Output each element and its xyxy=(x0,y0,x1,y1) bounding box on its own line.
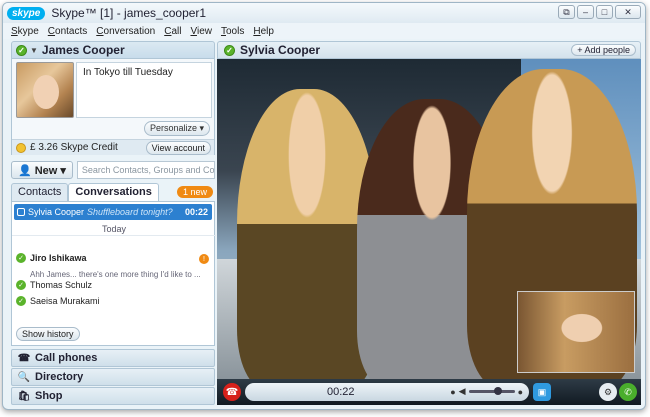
directory-button[interactable]: 🔍 Directory xyxy=(11,368,215,386)
list-item-contact[interactable]: ✓ Jiro Ishikawa xyxy=(16,253,87,263)
call-timer: 00:22 xyxy=(327,386,355,398)
online-status-icon: ✓ xyxy=(224,44,235,56)
chevron-down-icon[interactable]: ▼ xyxy=(30,46,38,55)
skype-logo: skype xyxy=(7,6,46,20)
credit-coin-icon xyxy=(16,142,26,153)
tab-contacts[interactable]: Contacts xyxy=(11,183,69,201)
new-conversations-badge[interactable]: 1 new xyxy=(176,186,213,198)
conversation-list: Sylvia Cooper Shuffleboard tonight? 00:2… xyxy=(11,201,216,346)
volume-control: ● ◀ ● xyxy=(450,386,523,397)
credit-balance: £ 3.26 Skype Credit xyxy=(30,142,118,153)
add-people-button[interactable]: + Add people xyxy=(571,44,636,56)
online-status-icon: ✓ xyxy=(16,280,26,290)
search-input[interactable]: Search Contacts, Groups and Conver... xyxy=(76,161,215,179)
new-search-row: 👤 New ▾ Search Contacts, Groups and Conv… xyxy=(11,161,215,179)
volume-slider[interactable] xyxy=(468,387,515,395)
search-icon: 🔍 xyxy=(17,371,31,383)
conversation-name: Sylvia Cooper xyxy=(28,207,85,217)
left-panel: ✓ ▼ James Cooper In Tokyo till Tuesday P… xyxy=(11,41,216,406)
end-call-button[interactable]: ☎ xyxy=(223,383,241,401)
video-camera-button[interactable]: ▣ xyxy=(533,383,551,401)
add-contact-icon: 👤 xyxy=(18,164,32,177)
phone-icon: ☎ xyxy=(17,352,31,364)
menu-call[interactable]: Call xyxy=(164,26,181,37)
conversation-preview: Shuffleboard tonight? xyxy=(87,207,173,217)
mute-icon[interactable]: ● xyxy=(518,387,523,397)
menu-contacts[interactable]: Contacts xyxy=(48,26,87,37)
user-header[interactable]: ✓ ▼ James Cooper xyxy=(11,41,215,59)
minimize-icon[interactable]: – xyxy=(577,5,594,19)
message-snippet: Ahh James... there's one more thing I'd … xyxy=(30,270,201,279)
menu-help[interactable]: Help xyxy=(253,26,274,37)
user-name: James Cooper xyxy=(41,43,125,57)
shop-label: Shop xyxy=(35,390,63,402)
self-view-video[interactable] xyxy=(517,291,635,373)
call-phones-label: Call phones xyxy=(35,352,98,364)
credit-row: £ 3.26 Skype Credit View account xyxy=(12,139,214,155)
window-controls: ⧉ – □ ✕ xyxy=(558,5,641,19)
call-action-button[interactable]: ✆ xyxy=(619,383,637,401)
profile-card: In Tokyo till Tuesday Personalize ▾ £ 3.… xyxy=(11,59,215,155)
show-history-button[interactable]: Show history xyxy=(16,327,80,341)
contact-name: Thomas Schulz xyxy=(30,280,93,290)
menu-bar: Skype Contacts Conversation Call View To… xyxy=(3,23,645,39)
window-title: Skype™ [1] - james_cooper1 xyxy=(51,6,207,20)
call-header: ✓ Sylvia Cooper + Add people xyxy=(217,41,641,59)
list-item-contact[interactable]: ✓ Thomas Schulz xyxy=(16,280,92,290)
skype-window: skype Skype™ [1] - james_cooper1 ⧉ – □ ✕… xyxy=(2,2,646,410)
menu-skype[interactable]: Skype xyxy=(11,26,39,37)
title-bar: skype Skype™ [1] - james_cooper1 ⧉ – □ ✕ xyxy=(3,3,645,23)
new-button[interactable]: 👤 New ▾ xyxy=(11,161,73,179)
list-item-active-conversation[interactable]: Sylvia Cooper Shuffleboard tonight? 00:2… xyxy=(14,204,212,220)
maximize-icon[interactable]: □ xyxy=(596,5,613,19)
list-item-contact[interactable]: ✓ Saeisa Murakami xyxy=(16,296,100,306)
conversation-time: 00:22 xyxy=(184,207,208,217)
volume-slider-handle[interactable] xyxy=(494,387,503,395)
menu-tools[interactable]: Tools xyxy=(221,26,244,37)
view-account-button[interactable]: View account xyxy=(145,141,211,155)
menu-view[interactable]: View xyxy=(190,26,212,37)
contact-name: Saeisa Murakami xyxy=(30,296,100,306)
dialpad-button[interactable]: ⚙ xyxy=(599,383,617,401)
restore-icon[interactable]: ⧉ xyxy=(558,5,575,19)
call-phones-button[interactable]: ☎ Call phones xyxy=(11,349,215,367)
call-status-bar: 00:22 ● ◀ ● xyxy=(245,383,529,401)
contact-name: Jiro Ishikawa xyxy=(30,253,87,263)
personalize-button[interactable]: Personalize ▾ xyxy=(143,121,210,136)
microphone-icon[interactable]: ● xyxy=(450,387,455,397)
shop-button[interactable]: 🛍 Shop xyxy=(11,387,215,405)
call-contact-name: Sylvia Cooper xyxy=(240,43,321,57)
new-button-label: New ▾ xyxy=(34,164,66,177)
speaker-icon: ◀ xyxy=(458,386,466,396)
call-controls-bar: ☎ 00:22 ● ◀ ● ▣ ⚙ ✆ xyxy=(217,379,641,405)
menu-conversation[interactable]: Conversation xyxy=(96,26,155,37)
close-icon[interactable]: ✕ xyxy=(615,5,641,19)
remote-video-feed xyxy=(217,59,641,379)
unread-alert-icon: ! xyxy=(199,254,209,264)
call-in-progress-icon xyxy=(17,208,25,216)
directory-label: Directory xyxy=(35,371,84,383)
tab-conversations[interactable]: Conversations xyxy=(68,183,159,201)
online-status-icon: ✓ xyxy=(16,253,26,263)
avatar[interactable] xyxy=(16,62,74,118)
shopping-bag-icon: 🛍 xyxy=(17,390,31,402)
online-status-icon[interactable]: ✓ xyxy=(16,44,27,56)
tab-bar: Contacts Conversations 1 new xyxy=(11,183,215,201)
online-status-icon: ✓ xyxy=(16,296,26,306)
mood-message-field[interactable]: In Tokyo till Tuesday xyxy=(76,62,212,118)
day-divider: Today xyxy=(12,224,216,236)
